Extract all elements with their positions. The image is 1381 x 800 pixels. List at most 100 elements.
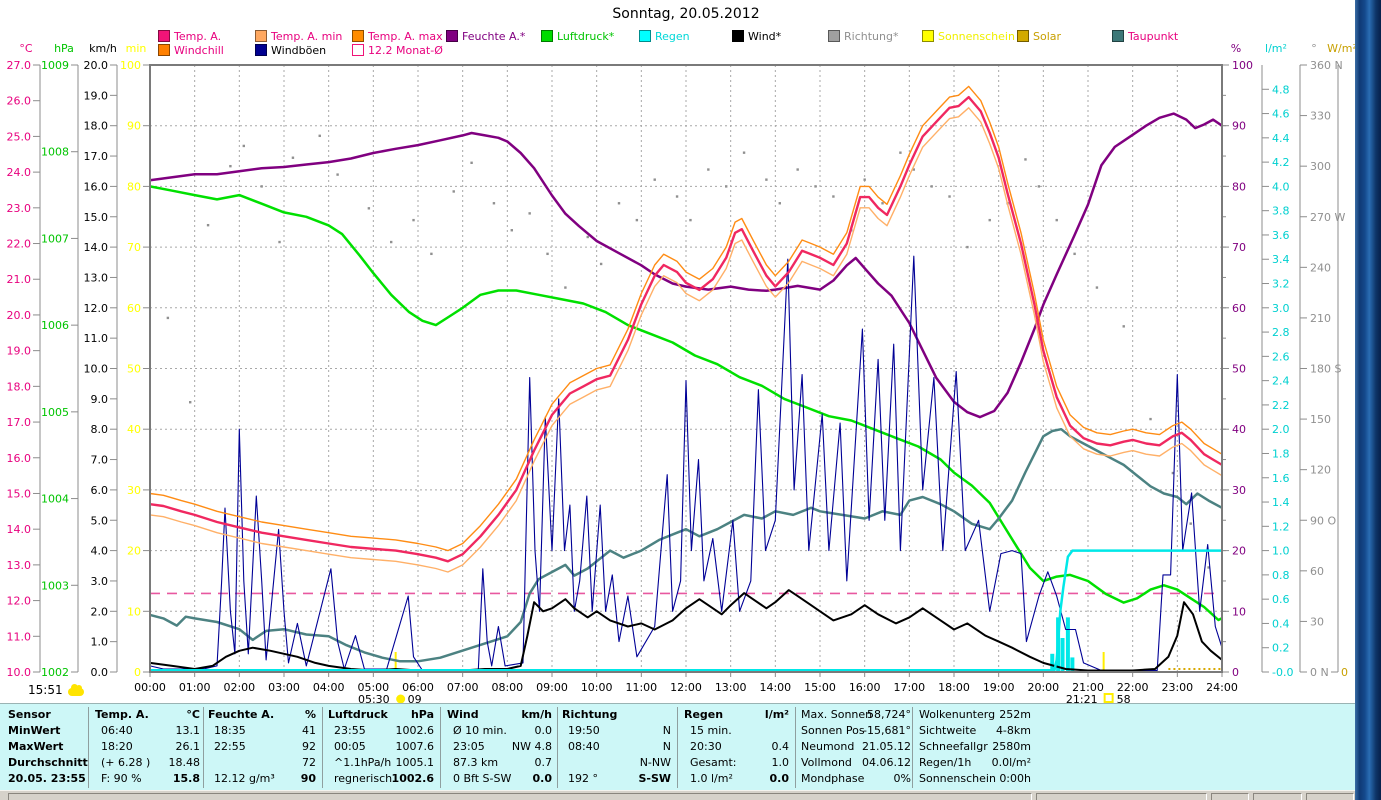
- status-panel-1: [1036, 793, 1207, 800]
- svg-text:W/m²: W/m²: [1327, 42, 1357, 55]
- svg-text:2.4: 2.4: [1272, 375, 1290, 388]
- col-unit-wind: km/h: [521, 708, 552, 721]
- svg-text:0.6: 0.6: [1272, 593, 1290, 606]
- svg-text:01:00: 01:00: [179, 681, 211, 694]
- cell-direction-0-b: N: [662, 724, 671, 737]
- svg-text:0.0: 0.0: [91, 666, 109, 679]
- svg-text:11:00: 11:00: [625, 681, 657, 694]
- svg-text:1009: 1009: [41, 59, 69, 72]
- cell-wind-0-b: 0.0: [534, 724, 553, 737]
- svg-text:11.0: 11.0: [7, 630, 32, 643]
- info-astro-4-val: 0%: [893, 772, 911, 785]
- svg-text:4.6: 4.6: [1272, 108, 1290, 121]
- svg-text:17:00: 17:00: [893, 681, 925, 694]
- cloud-icon: [67, 683, 84, 696]
- svg-text:20:00: 20:00: [1027, 681, 1059, 694]
- svg-text:08:00: 08:00: [491, 681, 523, 694]
- svg-text:15.0: 15.0: [84, 211, 109, 224]
- axis-solar: 0 W/m²: [1327, 42, 1357, 679]
- svg-text:0 N: 0 N: [1310, 666, 1329, 679]
- svg-text:4.2: 4.2: [1272, 156, 1290, 169]
- svg-text:1004: 1004: [41, 493, 69, 506]
- svg-text:210: 210: [1310, 312, 1331, 325]
- info-conditions-1-val: 4-8km: [995, 724, 1031, 737]
- svg-text:1.8: 1.8: [1272, 447, 1290, 460]
- svg-text:80: 80: [127, 180, 141, 193]
- table-separator: [912, 707, 913, 788]
- svg-text:180 S: 180 S: [1310, 363, 1341, 376]
- axis-windspeed: 20.0 19.0 18.0 17.0 16.0 15.0 14.0 13.0 12.0 11.0…: [84, 42, 118, 679]
- svg-text:13.0: 13.0: [7, 559, 32, 572]
- svg-text:16.0: 16.0: [7, 452, 32, 465]
- cell-humidity-1-b: 92: [302, 740, 316, 753]
- svg-text:°C: °C: [19, 42, 33, 55]
- svg-text:270 W: 270 W: [1310, 211, 1345, 224]
- svg-text:5.0: 5.0: [91, 514, 109, 527]
- col-unit-temp: °C: [186, 708, 200, 721]
- svg-text:3.0: 3.0: [91, 575, 109, 588]
- svg-text:2.6: 2.6: [1272, 350, 1290, 363]
- status-bar: [0, 790, 1356, 800]
- row-label-3: Durchschnitt: [8, 756, 88, 769]
- svg-text:1006: 1006: [41, 319, 69, 332]
- svg-text:15.0: 15.0: [7, 487, 32, 500]
- svg-text:70: 70: [127, 241, 141, 254]
- svg-text:1.2: 1.2: [1272, 520, 1290, 533]
- table-separator: [795, 707, 796, 788]
- svg-text:min: min: [126, 42, 147, 55]
- svg-text:20.0: 20.0: [7, 309, 32, 322]
- axis-rain: 4.8 4.6 4.4 4.2 4.0 3.8 3.6 3.4 3.2 3.0 2.8 2.6 2.4 2…: [1261, 42, 1293, 679]
- svg-text:100: 100: [1232, 59, 1253, 72]
- info-astro-2-val: 21.05.12: [862, 740, 911, 753]
- svg-text:40: 40: [127, 423, 141, 436]
- svg-text:3.6: 3.6: [1272, 229, 1290, 242]
- axis-direction: 360 N330300270 W240210180 S15012090 O603…: [1299, 42, 1345, 679]
- svg-text:300: 300: [1310, 160, 1331, 173]
- svg-text:120: 120: [1310, 464, 1331, 477]
- svg-text:90: 90: [1232, 120, 1246, 133]
- svg-text:4.0: 4.0: [91, 545, 109, 558]
- svg-text:19:00: 19:00: [983, 681, 1015, 694]
- row-label-0: Sensor: [8, 708, 51, 721]
- svg-text:27.0: 27.0: [7, 59, 32, 72]
- svg-text:9.0: 9.0: [91, 393, 109, 406]
- cell-rain-1-b: 0.4: [771, 740, 790, 753]
- svg-text:hPa: hPa: [54, 42, 74, 55]
- svg-text:19.0: 19.0: [7, 345, 32, 358]
- svg-text:1.4: 1.4: [1272, 496, 1290, 509]
- table-separator: [557, 707, 558, 788]
- svg-text:80: 80: [1232, 180, 1246, 193]
- svg-text:150: 150: [1310, 413, 1331, 426]
- svg-text:2.8: 2.8: [1272, 326, 1290, 339]
- svg-text:90 O: 90 O: [1310, 514, 1336, 527]
- cell-wind-3-b: 0.0: [532, 772, 553, 785]
- svg-text:°: °: [1311, 42, 1317, 55]
- svg-text:0.4: 0.4: [1272, 617, 1290, 630]
- svg-text:1.0: 1.0: [91, 636, 109, 649]
- cell-rain-2-b: 1.0: [771, 756, 790, 769]
- cell-pressure-0-b: 1002.6: [395, 724, 435, 737]
- moon-time-label: 15:51: [28, 683, 63, 697]
- cell-humidity-3-b: 90: [300, 772, 316, 785]
- svg-text:18.0: 18.0: [84, 120, 109, 133]
- svg-text:03:00: 03:00: [268, 681, 300, 694]
- svg-text:40: 40: [1232, 423, 1246, 436]
- table-separator: [88, 707, 89, 788]
- svg-text:30: 30: [1232, 484, 1246, 497]
- svg-text:17.0: 17.0: [84, 150, 109, 163]
- x-axis-labels: 00:00 01:00 02:00 03:00 04:00 05:00 06:00 07:00…: [134, 672, 1238, 694]
- cell-temp-1-b: 26.1: [175, 740, 201, 753]
- svg-text:13:00: 13:00: [715, 681, 747, 694]
- status-panel-2: [1211, 793, 1249, 800]
- svg-text:13.0: 13.0: [84, 271, 109, 284]
- svg-text:2.2: 2.2: [1272, 399, 1290, 412]
- cell-rain-0-a: 15 min.: [690, 724, 732, 737]
- col-unit-pressure: hPa: [410, 708, 434, 721]
- svg-text:3.2: 3.2: [1272, 278, 1290, 291]
- svg-text:l/m²: l/m²: [1265, 42, 1287, 55]
- svg-text:1002: 1002: [41, 666, 69, 679]
- svg-text:25.0: 25.0: [7, 130, 32, 143]
- cell-rain-3-b: 0.0: [769, 772, 790, 785]
- svg-text:09:00: 09:00: [536, 681, 568, 694]
- axis-humidity: 1009080706050403020100%: [1222, 42, 1253, 679]
